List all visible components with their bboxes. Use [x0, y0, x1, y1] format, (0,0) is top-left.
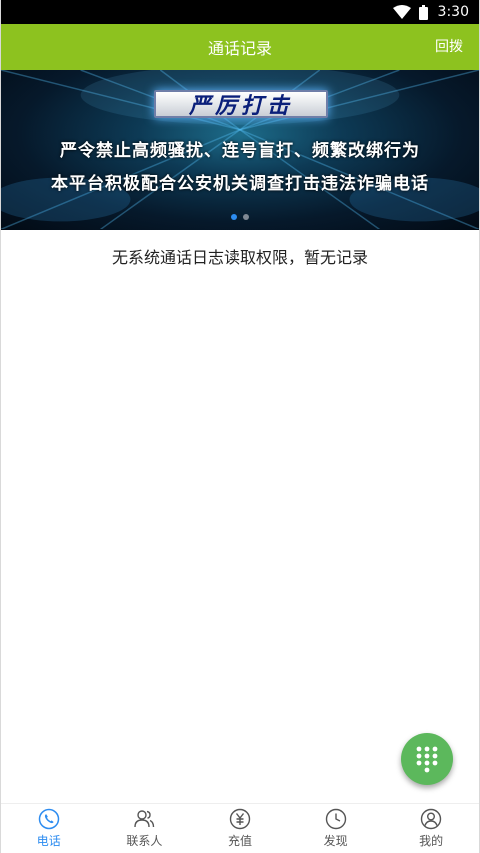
empty-state-message: 无系统通话日志读取权限，暂无记录: [111, 248, 368, 267]
carousel-dot-2[interactable]: [243, 214, 249, 220]
user-icon: [420, 808, 442, 830]
status-time: 3:30: [437, 4, 469, 20]
page-title: 通话记录: [207, 39, 272, 58]
app-header: 通话记录 回拨: [1, 24, 479, 70]
tab-recharge[interactable]: 充值: [192, 804, 288, 853]
contacts-icon: [134, 810, 155, 828]
tab-contacts-label: 联系人: [126, 834, 163, 848]
tab-recharge-label: 充值: [227, 834, 252, 848]
battery-icon: [418, 4, 428, 20]
tab-discover-label: 发现: [323, 834, 348, 848]
banner-line-1: 严令禁止高频骚扰、连号盲打、频繁改绑行为: [60, 141, 420, 161]
wifi-icon: [392, 5, 411, 19]
phone-icon: [38, 808, 60, 830]
carousel-indicator: [1, 214, 479, 220]
tab-phone[interactable]: 电话: [1, 804, 97, 853]
app-screen: 3:30 通话记录 回拨 严厉打击 严令禁止高频骚扰、连号盲打、频繁改绑行为 本…: [0, 0, 480, 853]
tab-mine[interactable]: 我的: [383, 804, 479, 853]
dialpad-icon: [416, 746, 438, 773]
tab-phone-label: 电话: [36, 834, 61, 848]
status-bar: 3:30: [1, 0, 479, 24]
callback-button[interactable]: 回拨: [435, 24, 463, 70]
tab-mine-label: 我的: [419, 834, 444, 848]
clock-icon: [325, 808, 346, 830]
carousel-dot-1[interactable]: [231, 214, 237, 220]
banner-badge: 严厉打击: [154, 90, 328, 119]
banner-carousel[interactable]: 严厉打击 严令禁止高频骚扰、连号盲打、频繁改绑行为 本平台积极配合公安机关调查打…: [1, 70, 479, 230]
tab-discover[interactable]: 发现: [288, 804, 384, 853]
tab-contacts[interactable]: 联系人: [97, 804, 193, 853]
yuan-icon: [229, 808, 251, 830]
bottom-tab-bar: 电话 联系人 充值 发现 我的: [1, 803, 479, 853]
banner-badge-text: 严厉打击: [188, 94, 293, 119]
dialpad-button[interactable]: [401, 733, 453, 785]
banner-line-2: 本平台积极配合公安机关调查打击违法诈骗电话: [51, 174, 429, 194]
